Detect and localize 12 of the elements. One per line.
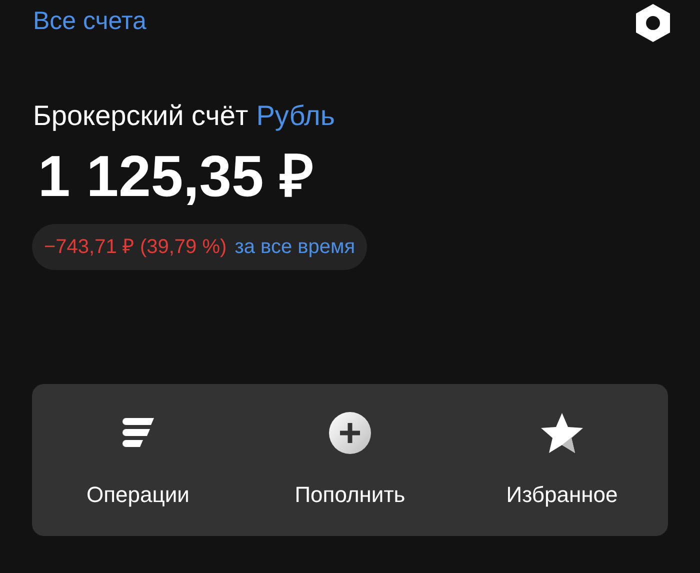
account-balance: 1 125,35 ₽ xyxy=(37,143,315,211)
action-button[interactable]: Избранное xyxy=(456,384,668,536)
stripes-icon xyxy=(120,416,156,448)
action-button[interactable]: Пополнить xyxy=(244,384,456,536)
change-value: −743,71 ₽ (39,79 %) xyxy=(44,235,227,260)
currency-link[interactable]: Рубль xyxy=(256,98,335,134)
period-link[interactable]: за все время xyxy=(234,232,356,262)
account-name: Брокерский счёт xyxy=(33,99,248,133)
action-button[interactable]: Операции xyxy=(32,384,244,536)
all-accounts-link[interactable]: Все счета xyxy=(33,4,146,38)
plus-icon xyxy=(328,410,372,454)
star-icon xyxy=(540,412,584,454)
